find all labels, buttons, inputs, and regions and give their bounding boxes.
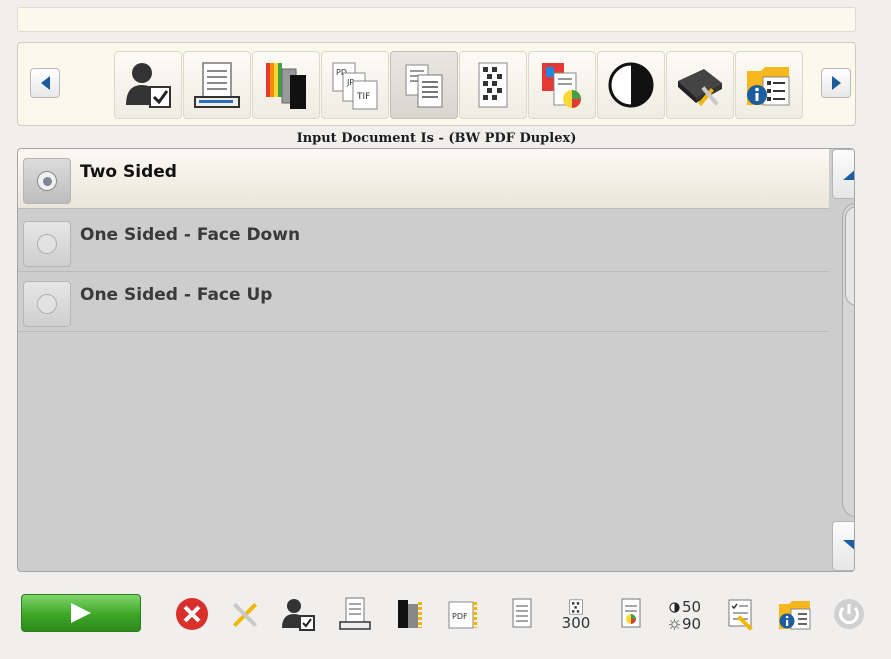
brightness-value: 90: [681, 615, 702, 633]
arrow-left-icon: [40, 76, 50, 90]
options-list: Two Sided One Sided - Face Down One Side…: [17, 148, 855, 572]
color-pages-icon: [266, 63, 306, 109]
settings-toolbar: PD JP TIF: [17, 42, 856, 126]
status-bar: [17, 7, 856, 32]
file-format-button[interactable]: PD JP TIF: [321, 51, 389, 119]
arrow-up-icon: [842, 168, 854, 180]
arrow-down-icon: [842, 540, 854, 552]
contrast-icon: [669, 602, 680, 613]
color-pages-icon: [398, 600, 422, 628]
scanner-document-button[interactable]: [183, 51, 251, 119]
radio-button[interactable]: [23, 281, 71, 327]
page-size-button[interactable]: [390, 594, 430, 634]
scanner-tools-icon: [678, 69, 722, 106]
input-document-icon: [512, 598, 532, 628]
user-settings-button[interactable]: [114, 51, 182, 119]
contrast-button[interactable]: [597, 51, 665, 119]
scanner-tools-button[interactable]: [666, 51, 734, 119]
information-icon: [779, 601, 811, 630]
contrast-value: 50: [681, 598, 702, 616]
information-shortcut[interactable]: [775, 594, 815, 634]
user-settings-icon: [282, 599, 315, 631]
option-one-sided-face-up[interactable]: One Sided - Face Up: [18, 272, 829, 332]
toolbar-prev-button[interactable]: [30, 68, 60, 98]
scanner-document-icon: [339, 597, 371, 630]
toolbar-next-button[interactable]: [821, 68, 851, 98]
input-document-icon: [405, 64, 443, 108]
resolution-value: 300: [561, 613, 591, 632]
input-document-shortcut[interactable]: [502, 594, 542, 634]
information-button[interactable]: [735, 51, 803, 119]
bottom-toolbar: PDF 300 50 90: [0, 584, 891, 644]
radio-button[interactable]: [23, 158, 71, 204]
power-button[interactable]: [829, 594, 869, 634]
arrow-right-icon: [831, 76, 841, 90]
cancel-icon: [176, 598, 208, 630]
brightness-contrast-shortcut[interactable]: 50 90: [660, 596, 710, 636]
resolution-button[interactable]: [459, 51, 527, 119]
radio-unselected-icon: [37, 234, 57, 254]
svg-text:PDF: PDF: [452, 612, 468, 621]
scanner-document-icon: [194, 62, 240, 108]
contrast-icon: [608, 62, 654, 108]
color-detection-shortcut[interactable]: [611, 594, 651, 634]
color-pages-button[interactable]: [252, 51, 320, 119]
play-icon: [71, 603, 91, 623]
radio-unselected-icon: [37, 294, 57, 314]
cancel-button[interactable]: [172, 594, 212, 634]
scrollbar-track[interactable]: [842, 203, 854, 517]
brightness-icon: [668, 619, 680, 630]
tools-button[interactable]: [225, 594, 265, 634]
start-scan-button[interactable]: [21, 594, 141, 632]
svg-text:TIF: TIF: [356, 92, 370, 102]
information-icon: [747, 67, 790, 106]
input-document-button[interactable]: [390, 51, 458, 119]
option-label: One Sided - Face Up: [80, 285, 273, 305]
pdf-format-button[interactable]: PDF: [443, 594, 483, 634]
user-settings-icon: [126, 63, 171, 108]
resolution-icon: [478, 62, 508, 108]
pdf-file-icon: PDF: [448, 601, 477, 629]
section-title: Input Document Is - (BW PDF Duplex): [296, 131, 577, 146]
scroll-down-button[interactable]: [832, 521, 854, 571]
scroll-up-button[interactable]: [832, 149, 854, 199]
option-label: One Sided - Face Down: [80, 225, 301, 245]
edit-settings-icon: [728, 599, 753, 631]
scanner-document-shortcut[interactable]: [335, 594, 375, 634]
color-detection-button[interactable]: [528, 51, 596, 119]
resolution-icon: [569, 598, 583, 615]
power-icon: [834, 599, 864, 629]
scrollbar-thumb[interactable]: [845, 206, 854, 306]
radio-selected-icon: [37, 171, 57, 191]
file-format-icon: PD JP TIF: [332, 62, 378, 110]
edit-settings-button[interactable]: [723, 594, 763, 634]
color-detection-icon: [621, 598, 641, 628]
option-one-sided-face-down[interactable]: One Sided - Face Down: [18, 212, 829, 272]
radio-button[interactable]: [23, 221, 71, 267]
resolution-shortcut[interactable]: 300: [556, 592, 596, 638]
color-detection-icon: [542, 63, 581, 108]
tools-icon: [232, 602, 258, 628]
option-two-sided[interactable]: Two Sided: [18, 149, 829, 209]
user-settings-shortcut[interactable]: [278, 594, 318, 634]
option-label: Two Sided: [80, 162, 177, 182]
